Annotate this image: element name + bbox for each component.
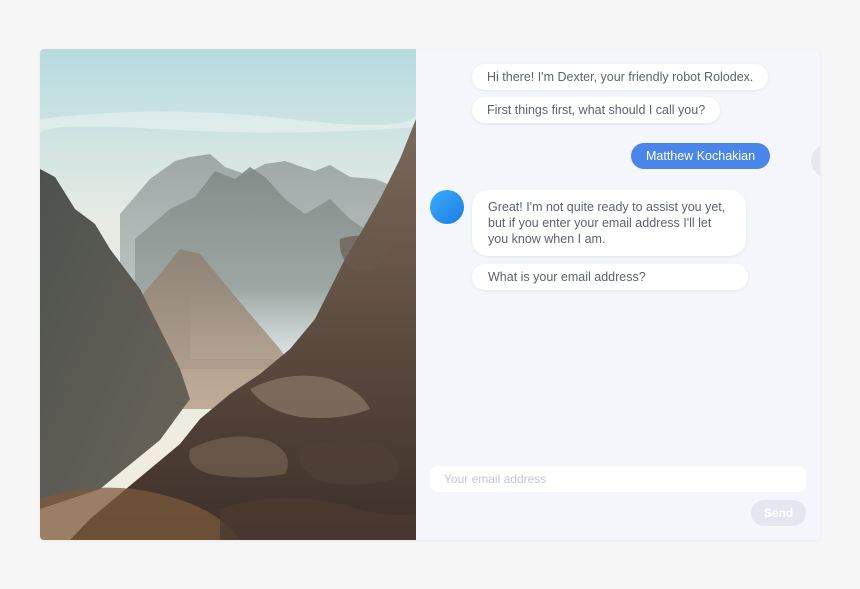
user-avatar [811,144,820,178]
user-message: Matthew Kochakian [631,143,771,169]
bot-avatar [430,190,464,224]
bot-message: Great! I'm not quite ready to assist you… [472,190,746,256]
email-input[interactable] [430,466,806,492]
mountain-landscape-image [40,49,416,540]
chat-panel: Hi there! I'm Dexter, your friendly robo… [416,49,820,540]
bot-message: Hi there! I'm Dexter, your friendly robo… [472,64,769,90]
chat-card: Hi there! I'm Dexter, your friendly robo… [40,49,820,540]
send-button[interactable]: Send [751,500,806,526]
bot-message: First things first, what should I call y… [472,97,721,123]
bot-message: What is your email address? [472,264,748,290]
